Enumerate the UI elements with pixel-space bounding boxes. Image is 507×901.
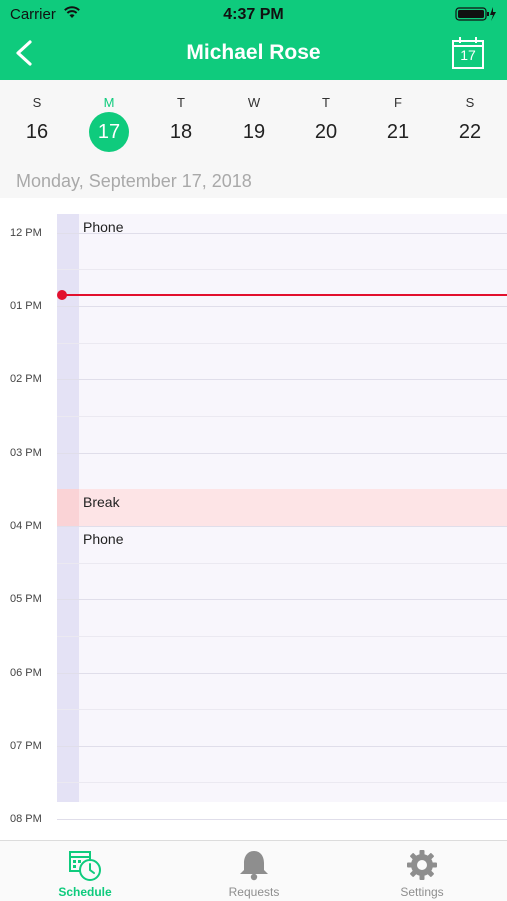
nav-bar: Michael Rose 17	[0, 28, 507, 80]
half-hour-line	[57, 563, 507, 564]
current-time-dot	[57, 290, 67, 300]
tab-requests[interactable]: Requests	[194, 841, 314, 901]
day-letter: M	[103, 95, 115, 110]
half-hour-line	[57, 636, 507, 637]
half-hour-line	[57, 343, 507, 344]
day-letter: S	[32, 95, 42, 110]
schedule-grid[interactable]: 12 PM 01 PM 02 PM 03 PM 04 PM 05 PM 06 P…	[0, 212, 507, 840]
break-side-strip	[57, 489, 79, 526]
date-header: Monday, September 17, 2018	[16, 171, 252, 191]
hour-label: 08 PM	[10, 813, 42, 825]
event-break-label[interactable]: Break	[83, 494, 120, 510]
tab-schedule[interactable]: Schedule	[25, 841, 145, 901]
tab-bar: Schedule Requests Settings	[0, 840, 507, 901]
status-time: 4:37 PM	[223, 6, 284, 23]
day-letter: T	[322, 95, 330, 110]
hour-line	[57, 379, 507, 380]
hour-line	[57, 819, 507, 820]
day-wednesday[interactable]: W 19	[224, 80, 284, 160]
day-number: 22	[458, 121, 482, 143]
page-title: Michael Rose	[186, 41, 321, 64]
gear-icon	[407, 850, 437, 880]
half-hour-line	[57, 269, 507, 270]
schedule-icon	[69, 851, 101, 881]
battery-icon	[455, 7, 496, 21]
hour-label: 06 PM	[10, 667, 42, 679]
hour-label: 12 PM	[10, 227, 42, 239]
bell-icon	[240, 851, 268, 881]
day-letter: W	[247, 95, 261, 110]
day-number: 21	[386, 121, 410, 143]
day-saturday[interactable]: S 22	[440, 80, 500, 160]
day-thursday[interactable]: T 20	[296, 80, 356, 160]
tab-label: Requests	[228, 885, 280, 899]
hour-line	[57, 599, 507, 600]
day-number: 16	[25, 121, 49, 143]
day-letter: T	[177, 95, 185, 110]
hour-line	[57, 746, 507, 747]
tab-label: Schedule	[58, 885, 112, 899]
day-tuesday[interactable]: T 18	[151, 80, 211, 160]
day-friday[interactable]: F 21	[368, 80, 428, 160]
hour-line	[57, 233, 507, 234]
day-sunday[interactable]: S 16	[7, 80, 67, 160]
day-monday[interactable]: M 17	[79, 80, 139, 160]
day-number: 20	[314, 121, 338, 143]
current-time-line	[61, 294, 507, 296]
tab-label: Settings	[400, 885, 444, 899]
day-number: 18	[169, 121, 193, 143]
tab-settings[interactable]: Settings	[362, 841, 482, 901]
hour-line	[57, 673, 507, 674]
half-hour-line	[57, 416, 507, 417]
hour-line	[57, 453, 507, 454]
day-letter: F	[394, 95, 402, 110]
hour-label: 04 PM	[10, 520, 42, 532]
calendar-button-day: 17	[460, 47, 476, 63]
event-phone-label[interactable]: Phone	[83, 219, 123, 235]
day-number: 19	[242, 121, 266, 143]
day-letter: S	[465, 95, 475, 110]
hour-label: 05 PM	[10, 593, 42, 605]
calendar-button[interactable]: 17	[451, 36, 485, 70]
hour-label: 07 PM	[10, 740, 42, 752]
event-phone-label[interactable]: Phone	[83, 531, 123, 547]
day-number-selected: 17	[89, 112, 129, 152]
half-hour-line	[57, 782, 507, 783]
half-hour-line	[57, 709, 507, 710]
hour-line	[57, 306, 507, 307]
hour-label: 02 PM	[10, 373, 42, 385]
hour-label: 03 PM	[10, 447, 42, 459]
break-block[interactable]	[57, 489, 507, 526]
hour-line	[57, 526, 507, 527]
week-strip: S 16 M 17 T 18 W 19 T 20 F 21 S 22 Monda…	[0, 80, 507, 198]
hour-label: 01 PM	[10, 300, 42, 312]
status-bar: Carrier 4:37 PM	[0, 0, 507, 28]
